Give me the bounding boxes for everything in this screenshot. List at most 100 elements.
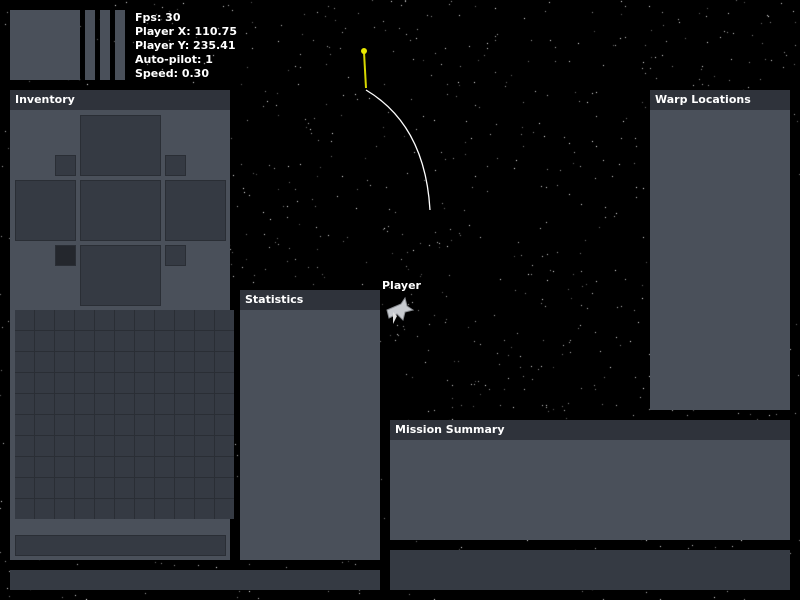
cargo-slot[interactable] — [175, 499, 194, 519]
cargo-slot[interactable] — [195, 394, 214, 414]
cargo-slot[interactable] — [195, 352, 214, 372]
cargo-slot[interactable] — [195, 436, 214, 456]
cargo-slot[interactable] — [195, 457, 214, 477]
cargo-slot[interactable] — [15, 331, 34, 351]
equip-slot-left[interactable] — [15, 180, 76, 241]
cargo-slot[interactable] — [195, 310, 214, 330]
cargo-slot[interactable] — [35, 415, 54, 435]
cargo-slot[interactable] — [135, 310, 154, 330]
cargo-slot[interactable] — [195, 331, 214, 351]
minimap-box[interactable] — [10, 10, 80, 80]
cargo-slot[interactable] — [215, 394, 234, 414]
cargo-slot[interactable] — [55, 394, 74, 414]
cargo-slot[interactable] — [35, 331, 54, 351]
cargo-slot[interactable] — [55, 352, 74, 372]
cargo-slot[interactable] — [155, 415, 174, 435]
cargo-slot[interactable] — [155, 457, 174, 477]
cargo-slot[interactable] — [175, 331, 194, 351]
cargo-slot[interactable] — [175, 310, 194, 330]
cargo-slot[interactable] — [15, 436, 34, 456]
cargo-slot[interactable] — [95, 352, 114, 372]
cargo-slot[interactable] — [155, 478, 174, 498]
cargo-slot[interactable] — [195, 373, 214, 393]
cargo-slot[interactable] — [215, 331, 234, 351]
cargo-slot[interactable] — [55, 331, 74, 351]
cargo-slot[interactable] — [175, 352, 194, 372]
cargo-slot[interactable] — [95, 436, 114, 456]
cargo-slot[interactable] — [115, 499, 134, 519]
cargo-slot[interactable] — [95, 373, 114, 393]
ship-icon[interactable] — [383, 294, 417, 328]
cargo-slot[interactable] — [75, 331, 94, 351]
cargo-slot[interactable] — [75, 499, 94, 519]
cargo-slot[interactable] — [115, 457, 134, 477]
cargo-slot[interactable] — [95, 478, 114, 498]
cargo-slot[interactable] — [135, 352, 154, 372]
cargo-slot[interactable] — [15, 457, 34, 477]
cargo-slot[interactable] — [175, 457, 194, 477]
cargo-slot[interactable] — [135, 415, 154, 435]
cargo-slot[interactable] — [75, 478, 94, 498]
cargo-slot[interactable] — [215, 415, 234, 435]
cargo-slot[interactable] — [155, 331, 174, 351]
cargo-slot[interactable] — [175, 394, 194, 414]
cargo-slot[interactable] — [95, 457, 114, 477]
action-bar[interactable] — [10, 570, 380, 590]
cargo-slot[interactable] — [155, 499, 174, 519]
cargo-slot[interactable] — [135, 331, 154, 351]
cargo-slot[interactable] — [155, 373, 174, 393]
cargo-slot[interactable] — [215, 499, 234, 519]
cargo-slot[interactable] — [75, 352, 94, 372]
cargo-slot[interactable] — [135, 436, 154, 456]
cargo-slot[interactable] — [75, 415, 94, 435]
cargo-slot[interactable] — [175, 478, 194, 498]
cargo-slot[interactable] — [115, 331, 134, 351]
cargo-slot[interactable] — [35, 436, 54, 456]
cargo-slot[interactable] — [175, 373, 194, 393]
cargo-slot[interactable] — [55, 457, 74, 477]
cargo-slot[interactable] — [215, 436, 234, 456]
cargo-slot[interactable] — [15, 415, 34, 435]
equip-slot-small-bl[interactable] — [55, 245, 76, 266]
cargo-slot[interactable] — [115, 415, 134, 435]
waypoint-icon[interactable] — [361, 48, 367, 54]
cargo-slot[interactable] — [115, 394, 134, 414]
cargo-slot[interactable] — [75, 394, 94, 414]
cargo-slot[interactable] — [135, 457, 154, 477]
message-bar[interactable] — [390, 550, 790, 590]
cargo-slot[interactable] — [15, 499, 34, 519]
cargo-slot[interactable] — [75, 457, 94, 477]
cargo-slot[interactable] — [215, 457, 234, 477]
cargo-slot[interactable] — [55, 436, 74, 456]
cargo-slot[interactable] — [75, 373, 94, 393]
cargo-slot[interactable] — [35, 457, 54, 477]
cargo-slot[interactable] — [195, 415, 214, 435]
inventory-footer-bar[interactable] — [15, 535, 226, 556]
cargo-slot[interactable] — [135, 499, 154, 519]
cargo-slot[interactable] — [115, 436, 134, 456]
cargo-slot[interactable] — [15, 352, 34, 372]
cargo-slot[interactable] — [95, 331, 114, 351]
cargo-slot[interactable] — [35, 478, 54, 498]
equip-slot-small-tl[interactable] — [55, 155, 76, 176]
cargo-slot[interactable] — [215, 373, 234, 393]
cargo-slot[interactable] — [75, 436, 94, 456]
cargo-slot[interactable] — [155, 436, 174, 456]
cargo-slot[interactable] — [95, 310, 114, 330]
cargo-slot[interactable] — [155, 394, 174, 414]
cargo-slot[interactable] — [95, 394, 114, 414]
cargo-slot[interactable] — [35, 499, 54, 519]
cargo-slot[interactable] — [55, 310, 74, 330]
cargo-slot[interactable] — [15, 310, 34, 330]
equip-slot-small-br[interactable] — [165, 245, 186, 266]
equip-slot-bottom[interactable] — [80, 245, 161, 306]
cargo-slot[interactable] — [55, 415, 74, 435]
cargo-slot[interactable] — [195, 499, 214, 519]
cargo-slot[interactable] — [75, 310, 94, 330]
cargo-slot[interactable] — [95, 499, 114, 519]
cargo-slot[interactable] — [115, 352, 134, 372]
cargo-slot[interactable] — [215, 352, 234, 372]
cargo-slot[interactable] — [175, 436, 194, 456]
equip-slot-right[interactable] — [165, 180, 226, 241]
cargo-slot[interactable] — [55, 373, 74, 393]
